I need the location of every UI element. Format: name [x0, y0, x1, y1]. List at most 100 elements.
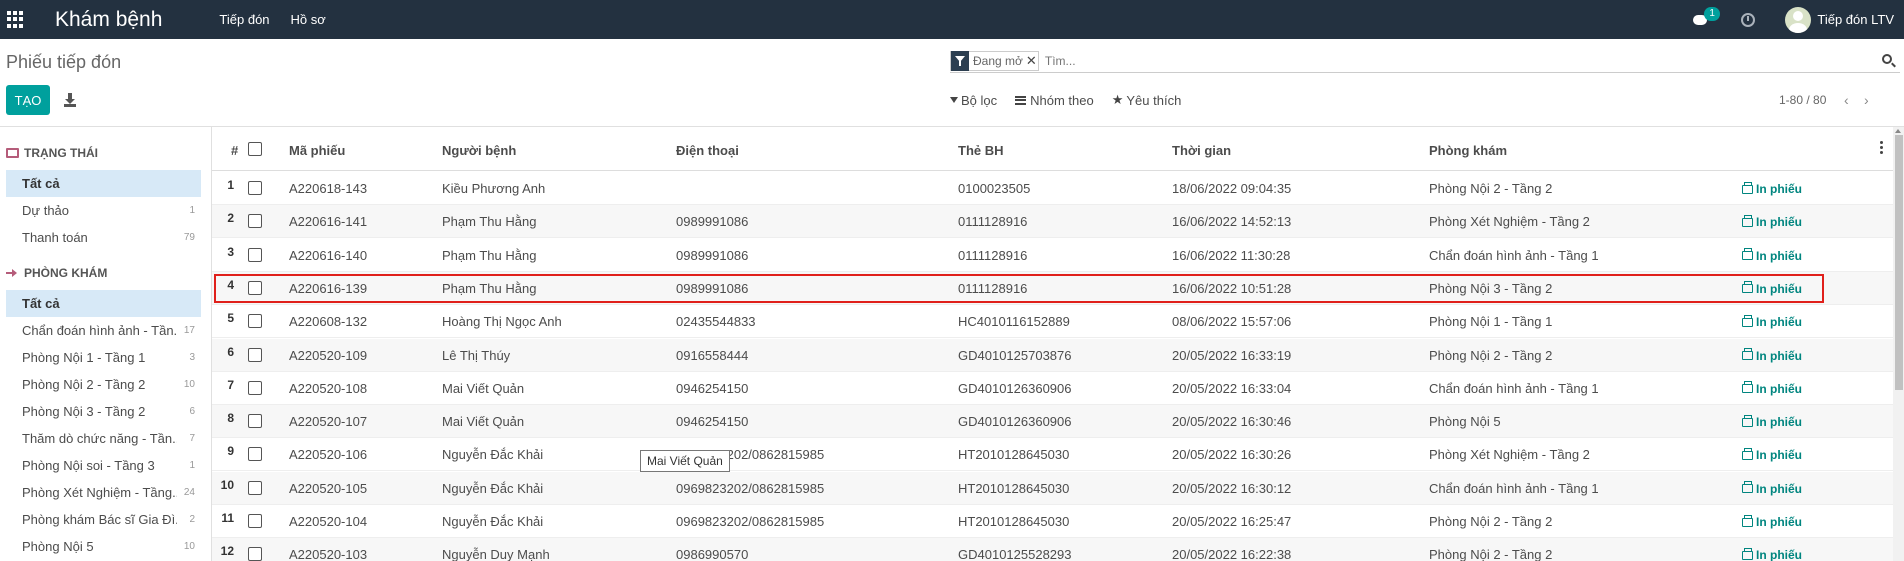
favorites-button[interactable]: ★ Yêu thích — [1112, 92, 1182, 108]
avatar[interactable] — [1785, 6, 1812, 33]
filter-button[interactable]: Bộ lọc — [950, 93, 997, 108]
select-all-checkbox[interactable] — [248, 142, 262, 156]
print-ticket-button[interactable]: In phiếu — [1742, 447, 1802, 462]
col-header-patient[interactable]: Người bệnh — [442, 143, 516, 158]
favorites-label: Yêu thích — [1126, 92, 1182, 108]
print-ticket-button[interactable]: In phiếu — [1742, 348, 1802, 363]
column-options-icon[interactable] — [1880, 141, 1884, 155]
cell-time: 16/06/2022 14:52:13 — [1172, 214, 1292, 230]
print-icon — [1742, 514, 1753, 527]
facet-remove-icon[interactable]: ✕ — [1026, 53, 1038, 69]
clinic-item[interactable]: Phòng Nội 5 10 — [6, 533, 201, 560]
table-row[interactable]: 10 A220520-105 Nguyễn Đắc Khải 0969823202/0… — [212, 471, 1894, 505]
clinic-item[interactable]: Chẩn đoán hình ảnh - Tần... 17 — [6, 317, 201, 344]
table-row[interactable]: 4 A220616-139 Phạm Thu Hằng 0989991086 01111… — [212, 271, 1894, 305]
search-input[interactable] — [1044, 53, 1745, 68]
chat-icon[interactable]: 1 — [1693, 6, 1720, 27]
table-row[interactable]: 12 A220520-103 Nguyễn Duy Mạnh 0986990570 GD… — [212, 538, 1894, 561]
print-ticket-button[interactable]: In phiếu — [1742, 248, 1802, 263]
cell-code: A220520-106 — [289, 447, 368, 463]
print-label: In phiếu — [1756, 481, 1802, 496]
print-icon — [1742, 447, 1753, 460]
table-row[interactable]: 1 A220618-143 Kiều Phương Anh 0100023505 18/… — [212, 172, 1894, 205]
table-row[interactable]: 7 A220520-108 Mai Viết Quản 0946254150 GD401… — [212, 372, 1894, 405]
cell-time: 16/06/2022 10:51:28 — [1172, 280, 1292, 296]
search-icon[interactable] — [1882, 54, 1892, 64]
clinic-item[interactable]: Phòng khám Bác sĩ Gia Đì... 2 — [6, 506, 201, 533]
print-ticket-button[interactable]: In phiếu — [1742, 547, 1802, 561]
scroll-up-icon[interactable] — [1893, 127, 1904, 135]
status-item-all[interactable]: Tất cả — [6, 170, 201, 197]
col-header-code[interactable]: Mã phiếu — [289, 143, 345, 158]
facet-label: Đang mở — [973, 53, 1023, 68]
table-row[interactable]: 2 A220616-141 Phạm Thu Hằng 0989991086 01111… — [212, 205, 1894, 239]
table-row[interactable]: 5 A220608-132 Hoàng Thị Ngọc Anh 0243554483… — [212, 305, 1894, 339]
row-checkbox[interactable] — [248, 347, 262, 362]
cell-insurance: HC4010116152889 — [958, 314, 1070, 330]
table-row[interactable]: 8 A220520-107 Mai Viết Quản 0946254150 GD401… — [212, 405, 1894, 439]
table-row[interactable]: 6 A220520-109 Lê Thị Thúy 0916558444 GD40101… — [212, 338, 1894, 372]
cell-patient: Kiều Phương Anh — [442, 181, 546, 196]
pager-next-icon[interactable]: › — [1856, 92, 1876, 108]
clinic-item[interactable]: Phòng Nội 3 - Tầng 2 6 — [6, 398, 201, 425]
download-icon[interactable] — [64, 93, 76, 107]
row-checkbox[interactable] — [248, 181, 262, 195]
user-menu[interactable]: Tiếp đón LTV — [1817, 12, 1894, 27]
row-checkbox[interactable] — [248, 547, 262, 561]
cell-time: 16/06/2022 11:30:28 — [1172, 247, 1291, 263]
row-checkbox[interactable] — [248, 214, 262, 229]
clinic-item-count: 24 — [183, 487, 195, 498]
print-ticket-button[interactable]: In phiếu — [1742, 481, 1802, 496]
cell-clinic: Phòng Xét Nghiệm - Tầng 2 — [1429, 214, 1590, 230]
pager-value[interactable]: 1-80 / 80 — [1779, 93, 1826, 107]
status-item-paid[interactable]: Thanh toán 79 — [6, 224, 201, 251]
row-checkbox[interactable] — [248, 480, 262, 495]
clinic-item[interactable]: Phòng Xét Nghiệm - Tầng... 24 — [6, 479, 201, 506]
clinic-item[interactable]: Phòng Nội soi - Tầng 3 1 — [6, 452, 201, 479]
status-item-label: Dự thảo — [22, 203, 70, 218]
row-number: 8 — [227, 411, 234, 426]
table-row[interactable]: 3 A220616-140 Phạm Thu Hằng 0989991086 01111… — [212, 239, 1894, 272]
print-ticket-button[interactable]: In phiếu — [1742, 514, 1802, 529]
clinic-item[interactable]: Phòng Nội 2 - Tầng 2 10 — [6, 371, 201, 398]
print-ticket-button[interactable]: In phiếu — [1742, 381, 1802, 396]
apps-menu-icon[interactable] — [7, 10, 25, 29]
activity-clock-icon[interactable] — [1741, 12, 1756, 27]
clinic-item-count: 2 — [189, 514, 195, 525]
status-item-count: 1 — [189, 205, 195, 216]
menu-ho-so[interactable]: Hồ sơ — [291, 12, 326, 27]
col-header-phone[interactable]: Điện thoại — [676, 143, 739, 158]
col-header-time[interactable]: Thời gian — [1172, 143, 1231, 158]
row-checkbox[interactable] — [248, 247, 262, 262]
clinic-item-count: 1 — [189, 460, 195, 471]
cell-phone: 0986990570 — [676, 547, 749, 561]
create-button[interactable]: TẠO — [6, 85, 50, 115]
table-row[interactable]: 11 A220520-104 Nguyễn Đắc Khải 0969823202/0… — [212, 505, 1894, 538]
row-checkbox[interactable] — [248, 447, 262, 462]
scrollbar-thumb[interactable] — [1895, 135, 1903, 390]
col-header-clinic[interactable]: Phòng khám — [1429, 143, 1507, 158]
filter-label: Bộ lọc — [961, 92, 998, 108]
print-ticket-button[interactable]: In phiếu — [1742, 214, 1802, 229]
table-row[interactable]: 9 A220520-106 Nguyễn Đắc Khải 0969823202/08… — [212, 438, 1894, 472]
clinic-item-all[interactable]: Tất cả — [6, 290, 201, 317]
row-checkbox[interactable] — [248, 380, 262, 395]
print-ticket-button[interactable]: In phiếu — [1742, 414, 1802, 429]
pager-previous-icon[interactable]: ‹ — [1836, 92, 1856, 108]
row-checkbox[interactable] — [248, 314, 262, 329]
groupby-button[interactable]: Nhóm theo — [1015, 93, 1094, 108]
print-ticket-button[interactable]: In phiếu — [1742, 281, 1802, 296]
clinic-item[interactable]: Thăm dò chức năng - Tần... 7 — [6, 425, 201, 452]
cell-clinic: Phòng Nội 2 - Tầng 2 — [1429, 181, 1553, 196]
row-checkbox[interactable] — [248, 280, 262, 295]
col-header-insurance[interactable]: Thẻ BH — [958, 143, 1004, 158]
status-item-draft[interactable]: Dự thảo 1 — [6, 197, 201, 224]
menu-tiep-don[interactable]: Tiếp đón — [219, 12, 269, 27]
app-title[interactable]: Khám bệnh — [55, 8, 162, 32]
print-ticket-button[interactable]: In phiếu — [1742, 314, 1802, 329]
row-checkbox[interactable] — [248, 514, 262, 528]
print-ticket-button[interactable]: In phiếu — [1742, 181, 1802, 196]
print-icon — [1742, 348, 1753, 360]
row-checkbox[interactable] — [248, 414, 262, 429]
clinic-item[interactable]: Phòng Nội 1 - Tầng 1 3 — [6, 344, 201, 371]
